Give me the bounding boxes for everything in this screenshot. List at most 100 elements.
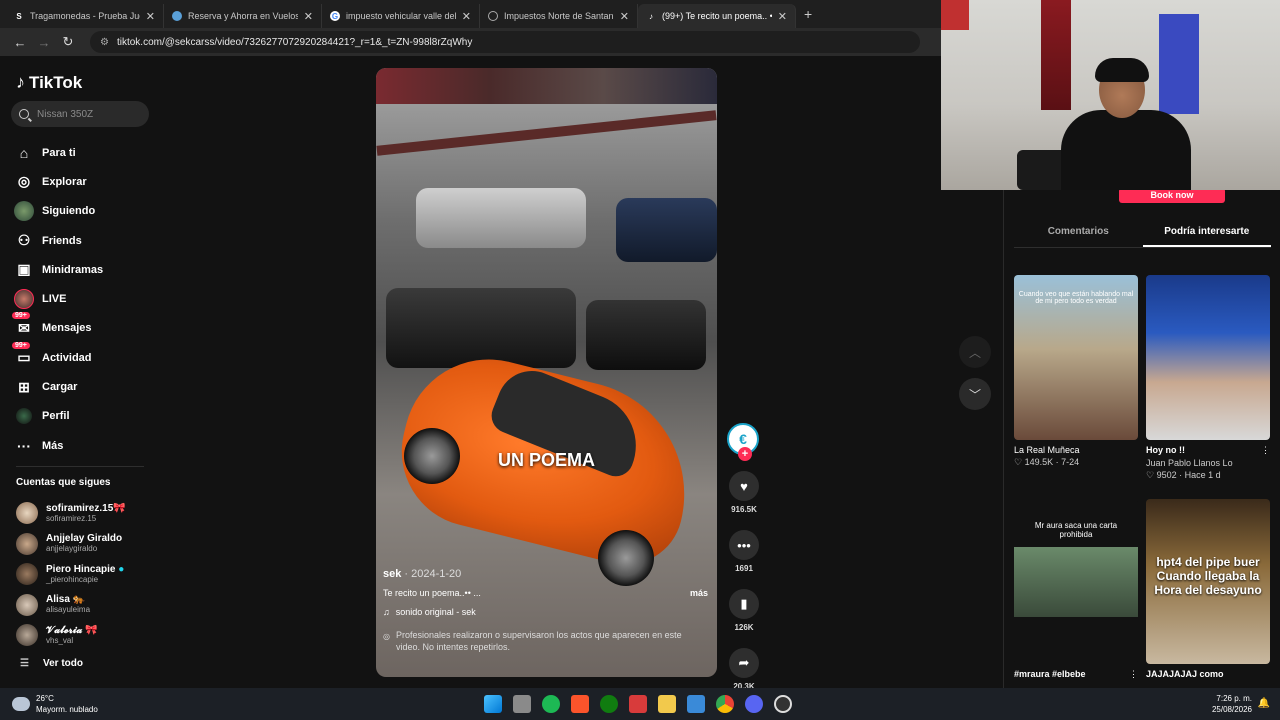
video-player[interactable]: UN POEMA sek · 2024-1-20 Te recito un po…: [376, 68, 717, 677]
following-accounts-list: sofiramirez.15🎀 sofiramirez.15 Anjjelay G…: [16, 498, 126, 651]
card-info: ♡ 9502 · Hace 1 d: [1146, 470, 1221, 480]
sidebar-divider: [16, 466, 144, 467]
sidebar-item-mensajes[interactable]: ✉ 99+ Mensajes: [12, 312, 103, 343]
search-input[interactable]: Nissan 350Z: [11, 101, 149, 127]
sidebar-item-mas[interactable]: ··· Más: [14, 431, 103, 460]
suggested-video-card[interactable]: Mr aura saca una carta prohibida #mraura…: [1014, 499, 1138, 680]
sidebar-item-friends[interactable]: ⚇ Friends: [14, 226, 103, 255]
reload-icon[interactable]: ↻: [56, 34, 80, 50]
see-all-button[interactable]: ☰ Ver todo: [20, 658, 83, 669]
start-icon[interactable]: [484, 695, 502, 713]
browser-tab-active[interactable]: ♪ (99+) Te recito un poema.. • • Ed ✕: [638, 4, 796, 28]
sidebar-item-live[interactable]: LIVE: [14, 284, 103, 313]
like-count: 916.5K: [731, 505, 757, 514]
forward-icon[interactable]: →: [32, 35, 56, 50]
creator-avatar-letter: €: [739, 431, 747, 447]
more-options-icon[interactable]: ⋮: [1261, 445, 1270, 456]
account-name: Anjjelay Giraldo: [46, 533, 123, 545]
notification-bell-icon[interactable]: 🔔: [1258, 698, 1270, 709]
creator-avatar[interactable]: € +: [727, 423, 759, 461]
store-icon[interactable]: [687, 695, 705, 713]
spotify-icon[interactable]: [542, 695, 560, 713]
clock-date: 25/08/2026: [1211, 705, 1252, 714]
tab-title: Reserva y Ahorra en Vuelos y H: [188, 11, 298, 21]
close-tab-icon[interactable]: ✕: [462, 10, 471, 23]
avatar: [16, 624, 38, 647]
close-tab-icon[interactable]: ✕: [778, 10, 787, 23]
sidebar-item-actividad[interactable]: ▭ 99+ Actividad: [12, 341, 103, 372]
close-tab-icon[interactable]: ✕: [620, 10, 629, 23]
new-tab-icon[interactable]: +: [804, 6, 812, 22]
site-info-icon[interactable]: ⚙: [100, 37, 109, 48]
video-scene-car: [616, 198, 717, 262]
obs-icon[interactable]: [774, 695, 792, 713]
url-field[interactable]: ⚙ tiktok.com/@sekcarss/video/73262770729…: [90, 31, 920, 53]
followed-account[interactable]: Piero Hincapie ● _pierohincapie: [16, 559, 126, 590]
xbox-icon[interactable]: [600, 695, 618, 713]
video-scene-shelf: [376, 68, 717, 104]
tab-comentarios[interactable]: Comentarios: [1014, 226, 1143, 247]
followed-account[interactable]: sofiramirez.15🎀 sofiramirez.15: [16, 498, 126, 529]
notification-badge: 99+: [12, 341, 30, 349]
sidebar-item-label: Siguiendo: [42, 205, 96, 218]
sidebar-item-perfil[interactable]: Perfil: [14, 402, 103, 431]
webcam-person-hair: [1095, 58, 1149, 82]
tab-podria-interesarte[interactable]: Podría interesarte: [1142, 226, 1271, 247]
file-explorer-icon[interactable]: [658, 695, 676, 713]
video-thumbnail: Cuando veo que están hablando mal de mi …: [1014, 275, 1138, 440]
discord-icon[interactable]: [745, 695, 763, 713]
like-button[interactable]: ♥ 916.5K: [727, 471, 761, 514]
suggested-video-card[interactable]: hpt4 del pipe buer Cuando llegaba la Hor…: [1146, 499, 1270, 679]
browser-tab[interactable]: G impuesto vehicular valle del ro ✕: [322, 4, 480, 28]
search-icon: [19, 109, 29, 119]
card-title: Hoy no !! ⋮: [1146, 445, 1270, 456]
more-button[interactable]: más: [690, 588, 708, 598]
sidebar-item-label: Friends: [42, 234, 82, 247]
more-options-icon[interactable]: ⋮: [1129, 669, 1138, 680]
chevron-up-icon: ︿: [968, 345, 981, 360]
followed-account[interactable]: Alisa 🐅 alisayuleima: [16, 590, 126, 621]
previous-video-button[interactable]: ︿: [959, 336, 991, 368]
card-title: JAJAJAJAJ como: [1146, 669, 1224, 679]
follow-plus-icon[interactable]: +: [738, 447, 752, 461]
share-icon: ➦: [729, 648, 759, 678]
followed-account[interactable]: Anjjelay Giraldo anjjelaygiraldo: [16, 529, 126, 560]
back-icon[interactable]: ←: [8, 35, 32, 50]
sidebar-item-para-ti[interactable]: ⌂ Para ti: [14, 138, 103, 167]
avatar: [16, 563, 38, 586]
browser-tab[interactable]: Reserva y Ahorra en Vuelos y H ✕: [164, 4, 322, 28]
system-clock[interactable]: 7:26 p. m. 25/08/2026: [1212, 693, 1252, 715]
tiktok-logo[interactable]: ♪ TikTok: [16, 72, 82, 93]
comment-button[interactable]: ••• 1691: [727, 530, 761, 573]
book-now-button[interactable]: Book now: [1119, 188, 1225, 203]
close-tab-icon[interactable]: ✕: [304, 10, 313, 23]
cloud-icon: [12, 697, 30, 711]
browser-tab[interactable]: Impuestos Norte de Santander ✕: [480, 4, 638, 28]
chevron-down-icon: ﹀: [968, 387, 981, 402]
suggested-video-card[interactable]: Hoy no !! ⋮ Juan Pablo Llanos Lo ♡ 9502 ·…: [1146, 275, 1270, 481]
next-video-button[interactable]: ﹀: [959, 378, 991, 410]
brave-icon[interactable]: [571, 695, 589, 713]
weather-widget[interactable]: 26°C Mayorm. nublado: [12, 693, 98, 715]
close-tab-icon[interactable]: ✕: [146, 10, 155, 23]
logo-text: TikTok: [29, 72, 83, 92]
save-button[interactable]: ▮ 126K: [727, 589, 761, 632]
heart-icon: ♥: [729, 471, 759, 501]
sidebar-item-explorar[interactable]: ◎ Explorar: [14, 167, 103, 196]
task-view-icon[interactable]: [513, 695, 531, 713]
sidebar-item-siguiendo[interactable]: Siguiendo: [14, 197, 103, 226]
app-red-icon[interactable]: [629, 695, 647, 713]
list-icon: ☰: [20, 658, 29, 669]
video-sound[interactable]: ♫ sonido original - sek: [383, 607, 708, 617]
music-note-icon: ♫: [383, 607, 390, 617]
sidebar-item-cargar[interactable]: ⊞ Cargar: [14, 372, 103, 401]
friends-icon: ⚇: [17, 232, 31, 249]
followed-account[interactable]: 𝓥𝓪𝓵𝓮𝓻𝓲𝓪 🎀 vhs_val: [16, 620, 126, 651]
account-handle: _pierohincapie: [46, 574, 99, 584]
share-button[interactable]: ➦ 20.3K: [727, 648, 761, 691]
browser-tab[interactable]: S Tragamonedas - Prueba Juegos ✕: [6, 4, 164, 28]
video-author[interactable]: sek · 2024-1-20: [383, 568, 708, 580]
suggested-video-card[interactable]: Cuando veo que están hablando mal de mi …: [1014, 275, 1138, 468]
sidebar-item-minidramas[interactable]: ▣ Minidramas: [14, 255, 103, 284]
chrome-icon[interactable]: [716, 695, 734, 713]
